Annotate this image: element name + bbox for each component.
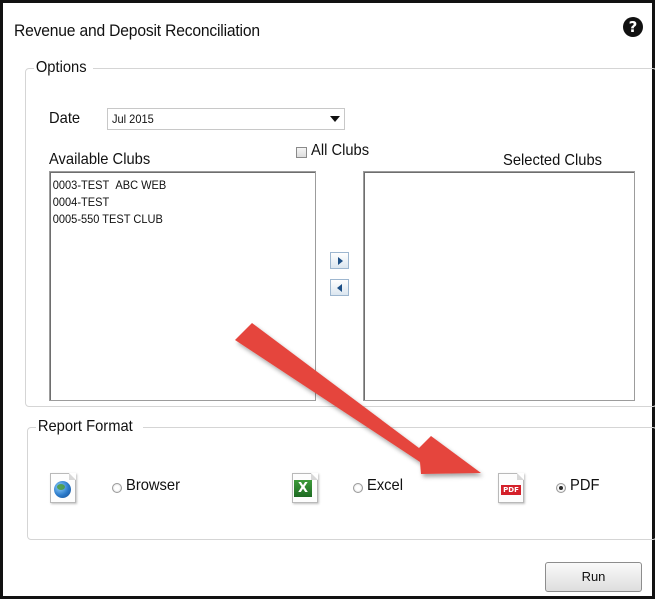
globe-icon: [54, 481, 71, 498]
report-format-legend: Report Format: [37, 418, 133, 435]
report-dialog: Revenue and Deposit Reconciliation ? Opt…: [0, 0, 655, 599]
excel-document-icon: X: [292, 473, 318, 503]
list-item[interactable]: 0004-TEST: [50, 194, 294, 211]
pdf-badge: PDF: [501, 485, 521, 495]
arrow-left-icon: [337, 284, 342, 292]
available-clubs-list[interactable]: 0003-TEST ABC WEB 0004-TEST 0005-550 TES…: [49, 171, 316, 401]
selected-clubs-label: Selected Clubs: [503, 152, 603, 169]
pdf-label[interactable]: PDF: [570, 477, 599, 495]
move-left-button[interactable]: [330, 279, 349, 296]
browser-label[interactable]: Browser: [126, 477, 180, 495]
selected-clubs-list[interactable]: [363, 171, 635, 401]
help-icon[interactable]: ?: [623, 17, 643, 37]
run-button[interactable]: Run: [545, 562, 642, 592]
excel-radio[interactable]: [353, 483, 363, 493]
excel-label[interactable]: Excel: [367, 477, 403, 495]
all-clubs-label[interactable]: All Clubs: [311, 142, 369, 160]
pdf-document-icon: PDF: [498, 473, 524, 503]
dialog-title: Revenue and Deposit Reconciliation: [14, 21, 260, 40]
move-right-button[interactable]: [330, 252, 349, 269]
date-label: Date: [49, 110, 81, 127]
excel-badge: X: [294, 480, 312, 497]
list-item[interactable]: 0005-550 TEST CLUB: [50, 211, 294, 228]
options-legend: Options: [35, 59, 87, 76]
arrow-right-icon: [338, 257, 343, 265]
date-select[interactable]: Jul 2015: [107, 108, 345, 130]
globe-document-icon: [50, 473, 76, 503]
all-clubs-checkbox[interactable]: [296, 147, 307, 158]
pdf-radio[interactable]: [556, 483, 566, 493]
browser-radio[interactable]: [112, 483, 122, 493]
date-select-value: Jul 2015: [112, 112, 154, 126]
available-clubs-label: Available Clubs: [49, 151, 151, 168]
list-item[interactable]: 0003-TEST ABC WEB: [50, 177, 294, 194]
report-format-group: Report Format: [27, 418, 655, 540]
chevron-down-icon: [330, 116, 340, 122]
